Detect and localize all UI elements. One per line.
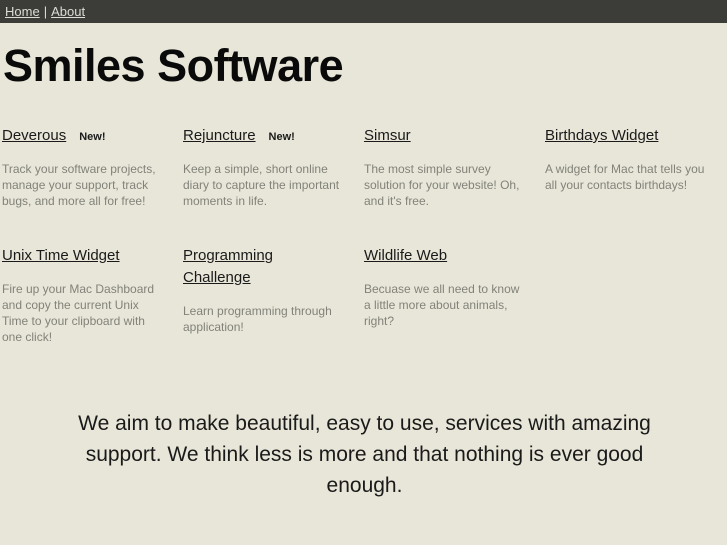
new-badge: New! bbox=[268, 131, 295, 143]
nav-separator: | bbox=[43, 4, 48, 19]
product-description: The most simple survey solution for your… bbox=[364, 162, 520, 208]
product-card-unix-time-widget: Unix Time Widget Fire up your Mac Dashbo… bbox=[2, 245, 172, 345]
product-heading: Wildlife Web bbox=[364, 245, 534, 267]
product-card-deverous: Deverous New! Track your software projec… bbox=[2, 125, 172, 209]
product-link-unix-time-widget[interactable]: Unix Time Widget bbox=[2, 245, 120, 267]
product-card-wildlife-web: Wildlife Web Becuase we all need to know… bbox=[364, 245, 534, 345]
product-heading: Simsur bbox=[364, 125, 534, 147]
product-heading: Unix Time Widget bbox=[2, 245, 172, 267]
product-card-programming-challenge: Programming Challenge Learn programming … bbox=[183, 245, 353, 345]
top-navigation-bar: Home | About bbox=[0, 0, 727, 23]
product-description: Keep a simple, short online diary to cap… bbox=[183, 162, 340, 208]
product-link-simsur[interactable]: Simsur bbox=[364, 125, 411, 147]
new-badge: New! bbox=[79, 131, 106, 143]
product-link-wildlife-web[interactable]: Wildlife Web bbox=[364, 245, 447, 267]
product-description: Becuase we all need to know a little mor… bbox=[364, 282, 520, 328]
product-link-deverous[interactable]: Deverous bbox=[2, 125, 66, 147]
product-card-rejuncture: Rejuncture New! Keep a simple, short onl… bbox=[183, 125, 353, 209]
product-description: Track your software projects, manage you… bbox=[2, 162, 156, 208]
nav-link-about[interactable]: About bbox=[51, 0, 85, 23]
product-card-simsur: Simsur The most simple survey solution f… bbox=[364, 125, 534, 209]
product-card-empty-slot bbox=[545, 245, 715, 345]
product-card-birthdays-widget: Birthdays Widget A widget for Mac that t… bbox=[545, 125, 715, 209]
company-tagline: We aim to make beautiful, easy to use, s… bbox=[78, 412, 651, 497]
product-link-birthdays-widget[interactable]: Birthdays Widget bbox=[545, 125, 658, 147]
product-description: Learn programming through application! bbox=[183, 304, 332, 334]
page-title: Smiles Software bbox=[3, 40, 344, 91]
product-grid-row-2: Unix Time Widget Fire up your Mac Dashbo… bbox=[2, 245, 727, 345]
product-heading: Rejuncture New! bbox=[183, 125, 353, 147]
product-grid-row-1: Deverous New! Track your software projec… bbox=[2, 125, 727, 209]
product-description: Fire up your Mac Dashboard and copy the … bbox=[2, 282, 155, 344]
product-description: A widget for Mac that tells you all your… bbox=[545, 162, 705, 192]
product-heading: Deverous New! bbox=[2, 125, 172, 147]
product-heading: Programming Challenge bbox=[183, 245, 353, 289]
page-content: Smiles Software Deverous New! Track your… bbox=[0, 40, 727, 501]
product-link-rejuncture[interactable]: Rejuncture bbox=[183, 125, 256, 147]
product-link-programming-challenge[interactable]: Programming Challenge bbox=[183, 245, 340, 289]
product-heading: Birthdays Widget bbox=[545, 125, 715, 147]
nav-link-home[interactable]: Home bbox=[5, 0, 40, 23]
